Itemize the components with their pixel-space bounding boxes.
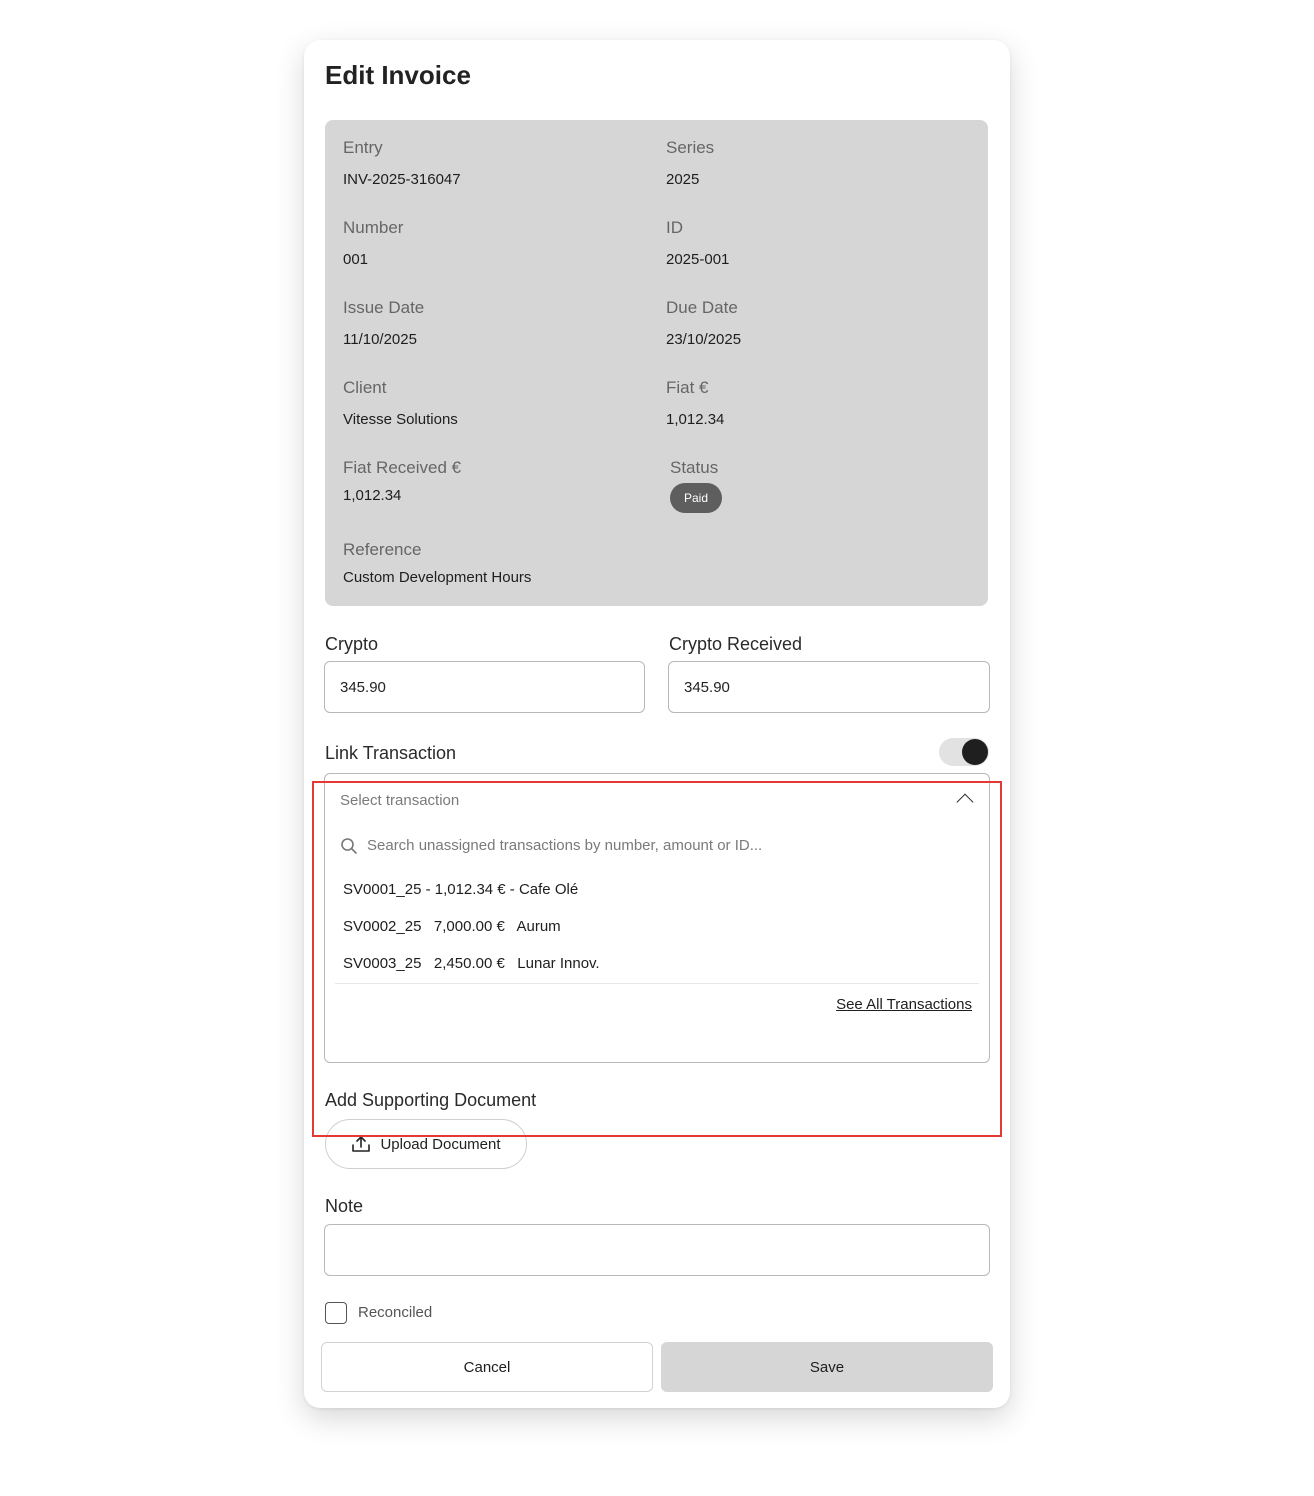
- chevron-up-icon[interactable]: [956, 793, 974, 811]
- series-label: Series: [666, 138, 715, 157]
- note-input[interactable]: [324, 1224, 990, 1276]
- note-label: Note: [325, 1196, 364, 1216]
- link-transaction-toggle[interactable]: [939, 738, 989, 766]
- search-icon: [341, 838, 357, 854]
- entry-value: INV-2025-316047: [343, 171, 461, 188]
- issue-date-label: Issue Date: [343, 298, 425, 317]
- series-value: 2025: [666, 171, 700, 188]
- fiat-value: 1,012.34: [666, 411, 725, 428]
- save-button[interactable]: Save: [661, 1342, 993, 1392]
- fiat-received-value: 1,012.34: [343, 487, 402, 504]
- fiat-label: Fiat €: [666, 378, 709, 397]
- list-item[interactable]: SV0003_25 2,450.00 € Lunar Innov.: [343, 955, 600, 972]
- dropdown-placeholder[interactable]: Select transaction: [340, 792, 459, 809]
- upload-document-button[interactable]: Upload Document: [325, 1119, 527, 1169]
- status-badge: Paid: [670, 483, 722, 513]
- id-label: ID: [666, 218, 683, 237]
- toggle-knob: [962, 739, 988, 765]
- reconciled-label: Reconciled: [358, 1304, 433, 1321]
- edit-invoice-modal: Edit Invoice Entry INV-2025-316047 Serie…: [304, 40, 1010, 1408]
- reconciled-checkbox[interactable]: [325, 1302, 347, 1324]
- id-value: 2025-001: [666, 251, 730, 268]
- list-item[interactable]: SV0001_25 - 1,012.34 € - Cafe Olé: [343, 881, 578, 898]
- transaction-search[interactable]: Search unassigned transactions by number…: [340, 834, 970, 858]
- due-date-label: Due Date: [666, 298, 738, 317]
- number-value: 001: [343, 251, 369, 268]
- transaction-dropdown[interactable]: Select transaction Search unassigned tra…: [324, 773, 990, 1063]
- reference-label: Reference: [343, 540, 422, 559]
- client-value: Vitesse Solutions: [343, 411, 458, 428]
- divider: [335, 983, 979, 984]
- upload-icon: [352, 1136, 371, 1152]
- search-input[interactable]: Search unassigned transactions by number…: [367, 837, 762, 854]
- reference-value: Custom Development Hours: [343, 569, 532, 586]
- cancel-button[interactable]: Cancel: [321, 1342, 653, 1392]
- client-label: Client: [343, 378, 387, 397]
- due-date-value: 23/10/2025: [666, 331, 742, 348]
- modal-title: Edit Invoice: [325, 60, 471, 90]
- supporting-document-label: Add Supporting Document: [325, 1090, 537, 1110]
- list-item[interactable]: SV0002_25 7,000.00 € Aurum: [343, 918, 561, 935]
- crypto-label: Crypto: [325, 634, 379, 654]
- entry-label: Entry: [343, 138, 383, 157]
- invoice-info-panel: Entry INV-2025-316047 Series 2025 Number…: [325, 120, 988, 606]
- fiat-received-label: Fiat Received €: [343, 458, 462, 477]
- status-label: Status: [670, 458, 719, 477]
- number-label: Number: [343, 218, 404, 237]
- crypto-received-input[interactable]: 345.90: [668, 661, 990, 713]
- issue-date-value: 11/10/2025: [343, 331, 417, 348]
- link-transaction-label: Link Transaction: [325, 743, 457, 763]
- crypto-input[interactable]: 345.90: [324, 661, 645, 713]
- crypto-received-label: Crypto Received: [669, 634, 803, 654]
- upload-document-label: Upload Document: [380, 1135, 501, 1153]
- see-all-transactions-link[interactable]: See All Transactions: [836, 996, 972, 1013]
